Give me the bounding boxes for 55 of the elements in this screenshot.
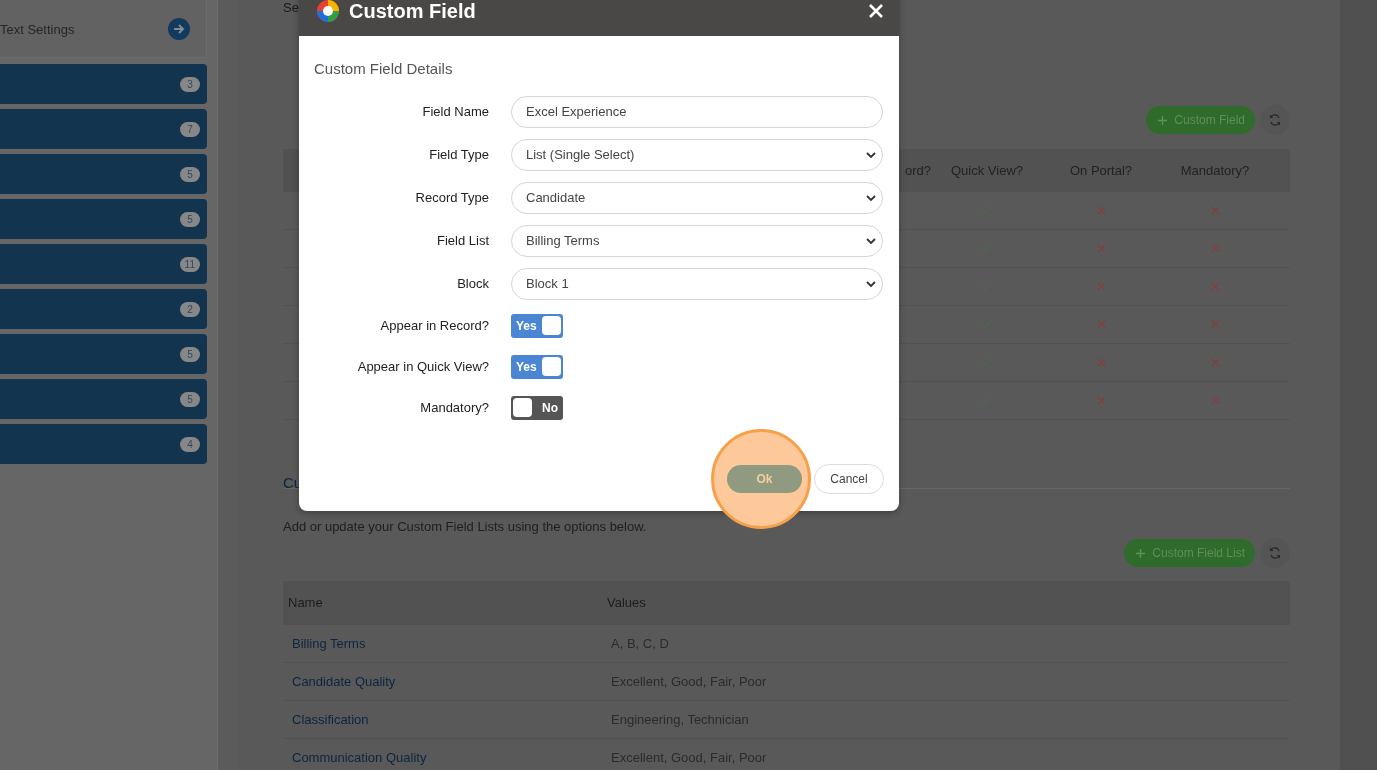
input-field[interactable]: Excel Experience [511, 95, 883, 128]
toggle-switch[interactable]: No [511, 395, 563, 420]
close-icon[interactable] [869, 4, 883, 18]
field-label: Record Type [414, 190, 489, 205]
section-description: Add or update your Custom Field Lists using the options below. [283, 519, 648, 534]
sidebar-item[interactable]: 2 [0, 289, 207, 329]
list-name-link[interactable]: Communication Quality [292, 750, 427, 765]
section-title: Custom Field Details [314, 60, 454, 77]
count-badge: 5 [180, 166, 200, 182]
dropdown[interactable]: Block 1 [511, 267, 883, 300]
count-badge: 5 [180, 211, 200, 227]
field-label: Appear in Record? [379, 318, 489, 333]
count-badge: 5 [180, 391, 200, 407]
toggle-switch[interactable]: Yes [511, 354, 563, 379]
sidebar-item[interactable]: 7 [0, 109, 207, 149]
plus-icon [1136, 548, 1146, 558]
field-label: Block [456, 276, 489, 291]
count-badge: 3 [180, 76, 200, 92]
section-heading: Se [283, 0, 299, 15]
sidebar-item[interactable]: 5 [0, 154, 207, 194]
sidebar-item[interactable]: 11 [0, 244, 207, 284]
arrow-right-icon[interactable] [168, 18, 190, 40]
ok-button[interactable]: Ok [727, 465, 802, 493]
cancel-button[interactable]: Cancel [814, 464, 884, 494]
sidebar-item[interactable]: 4 [0, 424, 207, 464]
field-label: Appear in Quick View? [356, 359, 489, 374]
chevron-down-icon [866, 237, 876, 244]
field-label: Field List [435, 233, 489, 248]
card-label: Text Settings [0, 21, 75, 37]
count-badge: 11 [179, 256, 200, 272]
field-label: Field Type [428, 147, 489, 162]
list-name-link[interactable]: Classification [292, 712, 369, 727]
chevron-down-icon [866, 194, 876, 201]
list-name-link[interactable]: Billing Terms [292, 636, 366, 651]
dialog-title: Custom Field [349, 0, 477, 23]
count-badge: 7 [180, 121, 200, 137]
chevron-down-icon [866, 280, 876, 287]
sidebar-item[interactable]: 5 [0, 199, 207, 239]
settings-card[interactable]: Text Settings [0, 0, 207, 58]
field-label: Mandatory? [419, 400, 489, 415]
logo-icon [315, 0, 341, 24]
dropdown[interactable]: Billing Terms [511, 224, 883, 257]
field-label: Field Name [421, 104, 489, 119]
sidebar-item[interactable]: 5 [0, 334, 207, 374]
toggle-switch[interactable]: Yes [511, 313, 563, 338]
plus-icon [1158, 115, 1168, 125]
count-badge: 2 [180, 301, 200, 317]
dropdown[interactable]: Candidate [511, 181, 883, 214]
list-name-link[interactable]: Candidate Quality [292, 674, 396, 689]
sidebar-item[interactable]: 5 [0, 379, 207, 419]
chevron-down-icon [866, 151, 876, 158]
dropdown[interactable]: List (Single Select) [511, 138, 883, 171]
sidebar-item[interactable]: 3 [0, 64, 207, 104]
count-badge: 4 [180, 436, 200, 452]
count-badge: 5 [180, 346, 200, 362]
